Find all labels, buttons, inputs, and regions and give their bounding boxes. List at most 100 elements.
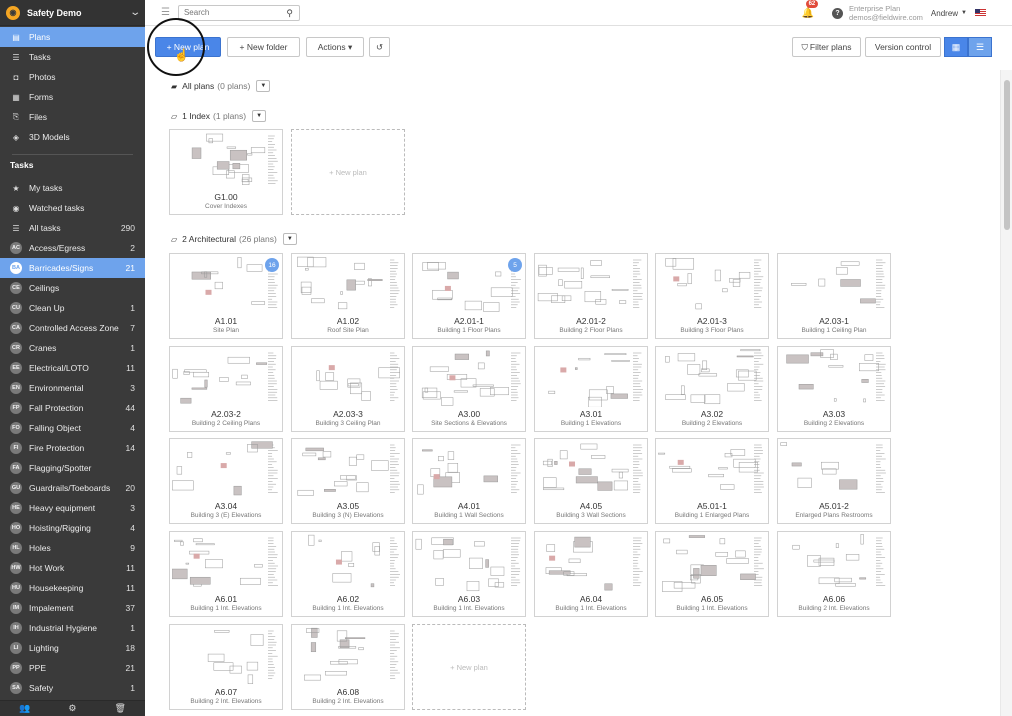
folder-all-plans[interactable]: ▰ All plans (0 plans) ▼ <box>171 79 271 93</box>
user-name: Andrew <box>930 8 959 18</box>
plan-card[interactable]: A2.03-3 Building 3 Ceiling Plan <box>291 346 405 432</box>
plan-card[interactable]: A2.01-3 Building 3 Floor Plans <box>655 253 769 339</box>
scrollbar[interactable] <box>1000 70 1012 716</box>
task-category-item[interactable]: HE Heavy equipment 3 <box>0 498 145 518</box>
task-category-item[interactable]: EN Environmental 3 <box>0 378 145 398</box>
task-category-item[interactable]: AC Access/Egress 2 <box>0 238 145 258</box>
folder-menu-caret-icon[interactable]: ▼ <box>282 233 297 245</box>
list-view-icon[interactable]: ☰ <box>968 37 992 57</box>
plan-card[interactable]: G1.00 Cover Indexes <box>169 129 283 215</box>
plan-card[interactable]: A2.01-2 Building 2 Floor Plans <box>534 253 648 339</box>
folder-menu-caret-icon[interactable]: ▼ <box>252 110 267 122</box>
category-badge: CE <box>10 282 22 294</box>
new-plan-placeholder[interactable]: + New plan <box>412 624 526 710</box>
task-filter-label: Watched tasks <box>29 203 85 213</box>
task-category-item[interactable]: CU Clean Up 1 <box>0 298 145 318</box>
us-flag-icon[interactable] <box>975 9 986 17</box>
plan-thumbnail <box>658 441 766 499</box>
people-icon[interactable]: 👥 <box>19 703 30 714</box>
task-category-item[interactable]: FP Fall Protection 44 <box>0 398 145 418</box>
plan-card[interactable]: 16 A1.01 Site Plan <box>169 253 283 339</box>
task-category-item[interactable]: EE Electrical/LOTO 11 <box>0 358 145 378</box>
plan-card[interactable]: A6.06 Building 2 Int. Elevations <box>777 531 891 617</box>
help-icon[interactable]: ? <box>832 7 844 19</box>
plan-name: A3.04 <box>214 501 238 511</box>
plan-card[interactable]: A5.01-2 Enlarged Plans Restrooms <box>777 438 891 524</box>
sidebar-item-tasks[interactable]: ☰ Tasks <box>0 47 145 67</box>
filter-plans-button[interactable]: ⛉ Filter plans <box>792 37 861 57</box>
actions-dropdown[interactable]: Actions ▾ <box>306 37 364 57</box>
task-category-item[interactable]: IH Industrial Hygiene 1 <box>0 618 145 638</box>
gear-icon[interactable]: ⚙ <box>68 703 76 714</box>
folder-1-index[interactable]: ▱ 1 Index (1 plans) ▼ <box>171 109 267 123</box>
task-category-item[interactable]: PP PPE 21 <box>0 658 145 678</box>
task-category-item[interactable]: HO Hoisting/Rigging 4 <box>0 518 145 538</box>
plan-card[interactable]: A4.01 Building 1 Wall Sections <box>412 438 526 524</box>
plan-card[interactable]: A1.02 Roof Site Plan <box>291 253 405 339</box>
task-category-item[interactable]: SA Safety 1 <box>0 678 145 698</box>
plan-card[interactable]: A3.04 Building 3 (E) Elevations <box>169 438 283 524</box>
notifications-bell[interactable]: 🔔 62 <box>802 0 819 19</box>
plan-card[interactable]: A2.03-2 Building 2 Ceiling Plans <box>169 346 283 432</box>
plan-card[interactable]: A6.02 Building 1 Int. Elevations <box>291 531 405 617</box>
task-category-item[interactable]: HL Holes 9 <box>0 538 145 558</box>
plan-card[interactable]: A6.04 Building 1 Int. Elevations <box>534 531 648 617</box>
version-control-button[interactable]: Version control <box>865 37 941 57</box>
task-category-item[interactable]: FO Falling Object 4 <box>0 418 145 438</box>
grid-view-icon[interactable]: ▦ <box>944 37 968 57</box>
plan-card[interactable]: 5 A2.01-1 Building 1 Floor Plans <box>412 253 526 339</box>
task-filter-all-tasks[interactable]: ☰ All tasks 290 <box>0 218 145 238</box>
hamburger-icon[interactable]: ☰ <box>161 7 170 18</box>
project-switcher[interactable]: ◉ Safety Demo ⌄ <box>0 0 145 26</box>
task-category-item[interactable]: CE Ceilings <box>0 278 145 298</box>
task-category-item[interactable]: FI Fire Protection 14 <box>0 438 145 458</box>
plan-thumbnail <box>415 256 523 314</box>
search-icon[interactable]: ⚲ <box>286 8 293 19</box>
folder-menu-caret-icon[interactable]: ▼ <box>256 80 271 92</box>
plan-description: Building 3 Floor Plans <box>680 327 744 334</box>
plan-card[interactable]: A3.00 Site Sections & Elevations <box>412 346 526 432</box>
trash-icon[interactable]: 🗑 <box>114 703 125 714</box>
plan-card[interactable]: A3.03 Building 2 Elevations <box>777 346 891 432</box>
new-plan-placeholder[interactable]: + New plan <box>291 129 405 215</box>
new-plan-button[interactable]: + New plan <box>155 37 221 57</box>
plan-card[interactable]: A3.05 Building 3 (N) Elevations <box>291 438 405 524</box>
task-category-item[interactable]: HW Hot Work 11 <box>0 558 145 578</box>
sidebar-item-photos[interactable]: ◘ Photos <box>0 67 145 87</box>
plan-card[interactable]: A5.01-1 Building 1 Enlarged Plans <box>655 438 769 524</box>
task-category-item[interactable]: BA Barricades/Signs 21 <box>0 258 145 278</box>
task-category-item[interactable]: IM Impalement 37 <box>0 598 145 618</box>
plan-card[interactable]: A4.05 Building 3 Wall Sections <box>534 438 648 524</box>
task-category-item[interactable]: LI Lighting 18 <box>0 638 145 658</box>
sidebar-item-plans[interactable]: ▤ Plans <box>0 27 145 47</box>
task-category-item[interactable]: CR Cranes 1 <box>0 338 145 358</box>
task-category-item[interactable]: GU Guardrails/Toeboards 20 <box>0 478 145 498</box>
sidebar-item-label: Forms <box>29 92 54 102</box>
scrollbar-thumb[interactable] <box>1004 80 1010 230</box>
task-filter-watched-tasks[interactable]: ◉ Watched tasks <box>0 198 145 218</box>
sidebar-item-forms[interactable]: ▦ Forms <box>0 87 145 107</box>
task-category-item[interactable]: FA Flagging/Spotter <box>0 458 145 478</box>
category-label: Fire Protection <box>29 443 85 453</box>
plan-card[interactable]: A6.08 Building 2 Int. Elevations <box>291 624 405 710</box>
task-category-item[interactable]: HU Housekeeping 11 <box>0 578 145 598</box>
new-folder-button[interactable]: + New folder <box>227 37 300 57</box>
plan-card[interactable]: A6.05 Building 1 Int. Elevations <box>655 531 769 617</box>
plan-card[interactable]: A6.07 Building 2 Int. Elevations <box>169 624 283 710</box>
plan-card[interactable]: A6.01 Building 1 Int. Elevations <box>169 531 283 617</box>
sidebar-item-files[interactable]: ⎘ Files <box>0 107 145 127</box>
plan-card[interactable]: A3.01 Building 1 Elevations <box>534 346 648 432</box>
plan-card[interactable]: A3.02 Building 2 Elevations <box>655 346 769 432</box>
folder-2-architectural[interactable]: ▱ 2 Architectural (26 plans) ▼ <box>171 232 297 246</box>
history-icon[interactable]: ↺ <box>369 37 390 57</box>
plan-card[interactable]: A6.03 Building 1 Int. Elevations <box>412 531 526 617</box>
search-input[interactable] <box>183 8 274 17</box>
sidebar-item-3d-models[interactable]: ◈ 3D Models <box>0 127 145 147</box>
chevron-down-icon[interactable]: ⌄ <box>129 7 141 18</box>
category-badge: HO <box>10 522 22 534</box>
user-menu[interactable]: Andrew ▼ <box>931 9 967 18</box>
task-category-item[interactable]: CA Controlled Access Zone 7 <box>0 318 145 338</box>
plan-thumbnail <box>537 349 645 407</box>
task-filter-my-tasks[interactable]: ★ My tasks <box>0 178 145 198</box>
plan-card[interactable]: A2.03-1 Building 1 Ceiling Plan <box>777 253 891 339</box>
